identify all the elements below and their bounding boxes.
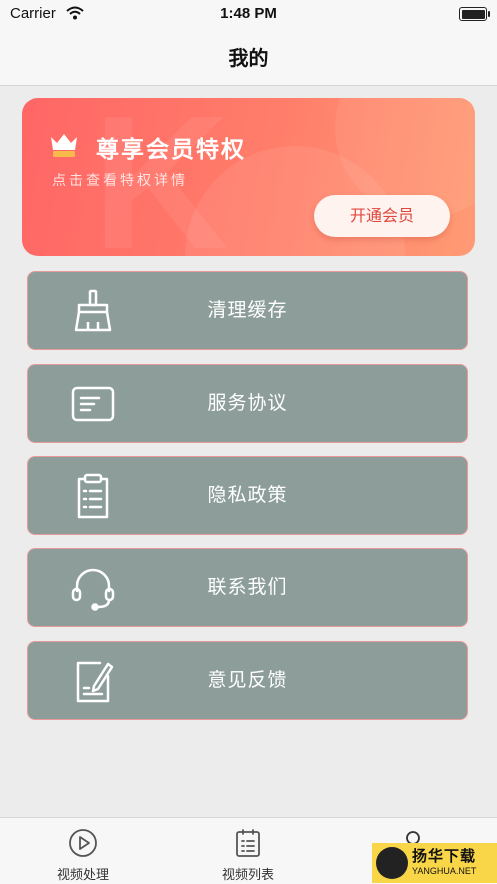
menu-label: 意见反馈	[207, 669, 288, 691]
play-circle-icon	[68, 828, 98, 858]
watermark-title: 扬华下载	[412, 847, 477, 865]
vip-subtitle: 点击查看特权详情	[52, 173, 188, 189]
battery-icon	[459, 7, 490, 21]
menu-item-service-agreement[interactable]: 服务协议	[27, 364, 468, 443]
menu-item-feedback[interactable]: 意见反馈	[27, 641, 468, 720]
menu-label: 清理缓存	[207, 299, 288, 321]
watermark-logo-icon	[376, 847, 408, 879]
tab-video-processing[interactable]: 视频处理	[28, 818, 138, 884]
vip-banner[interactable]: K 尊享会员特权 点击查看特权详情 开通会员	[22, 98, 475, 256]
status-bar: Carrier 1:48 PM	[0, 0, 497, 30]
tab-label: 视频列表	[221, 868, 274, 883]
tab-video-list[interactable]: 视频列表	[193, 818, 303, 884]
vip-title: 尊享会员特权	[96, 137, 246, 163]
tab-label: 视频处理	[56, 868, 109, 883]
menu-item-privacy-policy[interactable]: 隐私政策	[27, 456, 468, 535]
navigation-bar: 我的	[0, 30, 497, 86]
page-title: 我的	[228, 46, 269, 70]
menu-item-clear-cache[interactable]: 清理缓存	[27, 271, 468, 350]
list-icon	[233, 828, 263, 858]
menu-label: 隐私政策	[207, 484, 288, 506]
watermark-badge: 扬华下载 YANGHUA.NET	[372, 843, 497, 883]
crown-icon	[49, 131, 79, 163]
clock: 1:48 PM	[220, 5, 277, 22]
menu-item-contact-us[interactable]: 联系我们	[27, 548, 468, 627]
menu-label: 服务协议	[207, 392, 288, 414]
watermark-url: YANGHUA.NET	[412, 866, 477, 876]
open-membership-button[interactable]: 开通会员	[314, 195, 450, 237]
menu-label: 联系我们	[207, 576, 288, 598]
